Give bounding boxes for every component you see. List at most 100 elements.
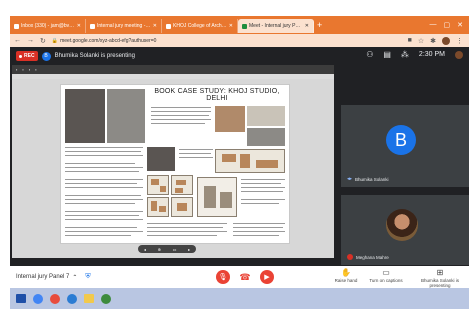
text-line [179,157,213,159]
chrome-icon[interactable] [33,293,43,304]
app-icon[interactable] [50,293,60,304]
participant-tile-meghana[interactable]: Meghana Mahre [341,195,469,265]
close-tab-icon[interactable]: ✕ [77,23,81,29]
maximize-icon[interactable]: ▢ [444,21,451,29]
text-line [151,123,205,125]
lock-icon: 🔒 [51,37,59,44]
people-icon[interactable]: ⚇ [366,50,373,59]
text-line [179,149,213,151]
microphone-toggle[interactable]: 🎙 [216,270,230,284]
edge-icon[interactable] [67,293,77,304]
chat-icon[interactable]: ▤ [383,50,391,59]
text-line [151,119,211,121]
participant-video-meghana [386,209,418,241]
start-icon[interactable] [16,294,26,303]
end-call-button[interactable]: ☎ [238,270,252,284]
participant-avatar-b: B [386,125,416,155]
account-avatar[interactable] [455,50,463,59]
fit-icon[interactable]: ▭ [173,247,177,252]
text-line [147,223,227,225]
floor-plan-4 [171,197,193,217]
slide-page: BOOK CASE STUDY: KHOJ STUDIO, DELHI [60,84,290,244]
present-icon: ⊞ [436,268,444,277]
os-taskbar [10,288,469,309]
photo-facade [215,106,245,132]
text-line [233,223,285,225]
shared-screen: ▪ ▪ ▪ ▪ BOOK CASE STUDY: KHOJ STUDIO, DE… [12,65,334,258]
camera-icon[interactable]: ■ [408,37,412,44]
floor-plan-2 [171,175,193,195]
presenting-label: Bhumika Solanki is presenting [54,53,135,59]
text-line [65,199,143,201]
text-line [147,227,223,229]
activities-icon[interactable]: ⁂ [401,50,409,59]
photo-interior [65,89,105,143]
browser-tab-strip: Inbox (330) - jam@bvcoarch ✕ Internal ju… [10,16,469,34]
participant-name-meghana: Meghana Mahre [347,254,389,260]
browser-tab-inbox[interactable]: Inbox (330) - jam@bvcoarch ✕ [10,19,86,33]
screen: Inbox (330) - jam@bvcoarch ✕ Internal ju… [0,0,469,309]
captions-button[interactable]: ▭ Turn on captions [368,268,404,283]
shield-icon[interactable]: ⛨ [85,273,90,281]
floor-plan-3 [147,197,169,217]
camera-off-icon: ▶ [264,274,270,281]
text-line [65,183,137,185]
text-line [151,111,211,113]
camera-toggle[interactable]: ▶ [260,270,274,284]
raise-hand-icon: ✋ [341,268,351,277]
close-tab-icon[interactable]: ✕ [229,23,233,29]
participant-tile-bhumika[interactable]: B ◂▸ Bhumika Solanki [341,105,469,187]
participant-name-bhumika: ◂▸ Bhumika Solanki [347,176,389,182]
mic-off-icon [347,254,353,260]
text-line [65,235,131,237]
photo-courtyard [107,89,145,143]
slide-title: BOOK CASE STUDY: KHOJ STUDIO, DELHI [154,88,280,102]
zoom-icon[interactable]: ⊕ [158,247,161,252]
close-tab-icon[interactable]: ✕ [305,23,309,29]
text-line [65,231,143,233]
browser-menu-icon[interactable]: ⋮ [456,37,463,45]
raise-hand-button[interactable]: ✋ Raise hand [328,268,364,283]
profile-avatar[interactable] [442,36,450,45]
new-tab-button[interactable]: + [317,20,322,30]
browser-tab-college[interactable]: KHOJ College of Architecture ✕ [162,19,238,33]
text-line [65,151,141,153]
present-button[interactable]: ⊞ Bhumika Solanki is presenting [418,268,462,288]
text-line [179,153,211,155]
close-window-icon[interactable]: ✕ [457,21,463,29]
slide-page-navigator: ◂ ⊕ ▭ ▸ [138,245,196,253]
meet-top-icons: ⚇ ▤ ⁂ 2:30 PM [366,50,463,59]
back-icon[interactable]: ← [14,37,21,44]
prev-page-icon[interactable]: ◂ [144,247,146,252]
forward-icon[interactable]: → [27,37,34,44]
text-line [65,219,143,221]
text-line [65,227,137,229]
record-dot-icon [19,54,22,58]
extensions-icon[interactable]: ✱ [430,37,436,45]
text-line [241,179,285,181]
browser-tab-meet[interactable]: Meet - Internal jury Panel 7 ✕ [238,19,314,33]
text-line [241,199,285,201]
toolbar-right: ■ ☆ ✱ ⋮ [408,36,469,45]
chevron-up-icon: ⌃ [72,274,78,281]
star-icon[interactable]: ☆ [418,37,424,45]
floor-plan-1 [147,175,169,195]
window-controls: — ▢ ✕ [430,21,469,29]
close-tab-icon[interactable]: ✕ [153,23,157,29]
next-page-icon[interactable]: ▸ [188,247,190,252]
app-menu-icon: ▪ [28,67,31,72]
app-menu-icon: ▪ [35,67,37,72]
address-bar[interactable]: 🔒 meet.google.com/xyz-abcd-efg?authuser=… [52,38,157,44]
minimize-icon[interactable]: — [430,21,437,29]
text-line [65,163,135,165]
text-line [147,231,227,233]
text-line [151,115,209,117]
reload-icon[interactable]: ↻ [40,37,46,45]
file-explorer-icon[interactable] [84,294,94,303]
text-line [65,187,143,189]
browser-tab-jury-meeting[interactable]: Internal jury meeting - 2020-21 ✕ [86,19,162,33]
plan-drawing [215,149,285,173]
app-icon[interactable] [101,293,111,304]
meeting-details[interactable]: Internal jury Panel 7 ⌃ ⛨ [16,273,91,281]
text-line [65,215,139,217]
